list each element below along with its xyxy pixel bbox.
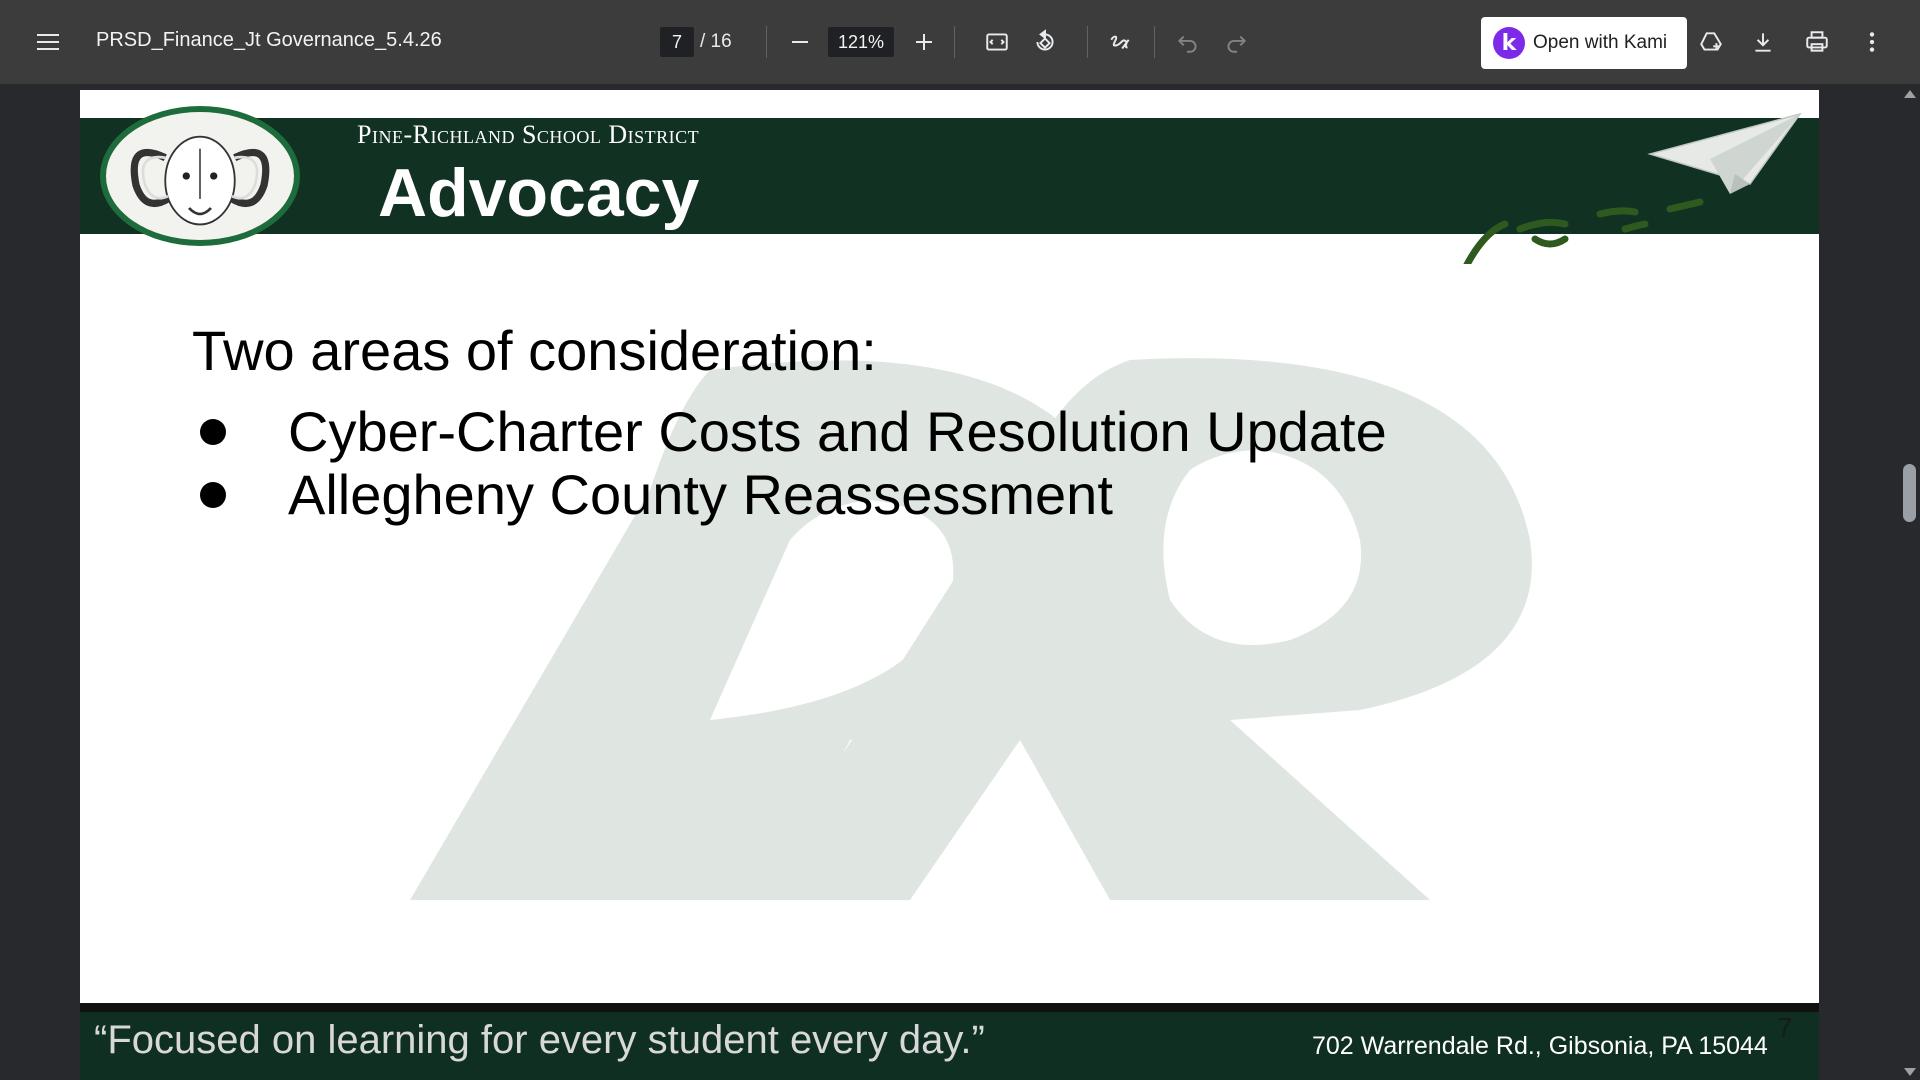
page-number-input[interactable]: 7 <box>660 27 694 57</box>
pdf-toolbar: PRSD_Finance_Jt Governance_5.4.26 7 / 16… <box>0 0 1920 84</box>
scroll-up-arrow-icon[interactable] <box>1904 90 1916 98</box>
list-item: Allegheny County Reassessment <box>200 463 1387 526</box>
redo-icon[interactable] <box>1216 22 1256 62</box>
scroll-down-arrow-icon[interactable] <box>1904 1068 1916 1076</box>
fit-page-icon[interactable] <box>977 22 1017 62</box>
slide-title: Advocacy <box>378 155 700 231</box>
open-with-kami-label: Open with Kami <box>1533 32 1668 53</box>
zoom-level-input[interactable]: 121% <box>828 27 894 57</box>
rotate-icon[interactable] <box>1025 22 1065 62</box>
list-item: Cyber-Charter Costs and Resolution Updat… <box>200 400 1387 463</box>
toolbar-divider <box>766 26 767 58</box>
bullet-text: Cyber-Charter Costs and Resolution Updat… <box>288 400 1387 463</box>
open-with-kami-button[interactable]: k Open with Kami <box>1481 17 1687 69</box>
toolbar-divider <box>1154 26 1155 58</box>
add-to-drive-icon[interactable] <box>1691 22 1731 62</box>
slide-page-number: 7 <box>1777 1012 1793 1043</box>
undo-icon[interactable] <box>1168 22 1208 62</box>
school-district-name: Pine-Richland School District <box>357 120 700 149</box>
toolbar-divider <box>1087 26 1088 58</box>
district-motto: “Focused on learning for every student e… <box>94 1018 985 1062</box>
zoom-out-icon[interactable] <box>780 22 820 62</box>
kami-logo: k <box>1493 27 1525 59</box>
bullet-icon <box>200 481 226 508</box>
bullet-text: Allegheny County Reassessment <box>288 463 1113 526</box>
bullet-icon <box>200 418 226 445</box>
menu-icon[interactable] <box>28 22 68 62</box>
ram-mascot-logo <box>100 106 300 246</box>
download-icon[interactable] <box>1743 22 1783 62</box>
bullet-list: Cyber-Charter Costs and Resolution Updat… <box>200 400 1387 526</box>
district-address: 702 Warrendale Rd., Gibsonia, PA 15044 <box>1312 1032 1768 1060</box>
document-viewport[interactable]: Pine-Richland School District Advocacy T… <box>0 84 1900 1080</box>
more-options-icon[interactable] <box>1852 22 1892 62</box>
vertical-scrollbar[interactable] <box>1900 84 1920 1080</box>
slide-heading: Two areas of consideration: <box>192 319 877 382</box>
pdf-page: Pine-Richland School District Advocacy T… <box>80 90 1819 1004</box>
scrollbar-thumb[interactable] <box>1903 464 1916 522</box>
print-icon[interactable] <box>1797 22 1837 62</box>
annotate-icon[interactable] <box>1100 22 1140 62</box>
page-total: / 16 <box>700 31 732 52</box>
slide-footer: “Focused on learning for every student e… <box>80 1012 1819 1080</box>
footer-divider <box>80 1003 1819 1012</box>
paper-plane-icon <box>1463 112 1802 264</box>
zoom-in-icon[interactable] <box>904 22 944 62</box>
document-title: PRSD_Finance_Jt Governance_5.4.26 <box>96 29 442 51</box>
toolbar-divider <box>954 26 955 58</box>
